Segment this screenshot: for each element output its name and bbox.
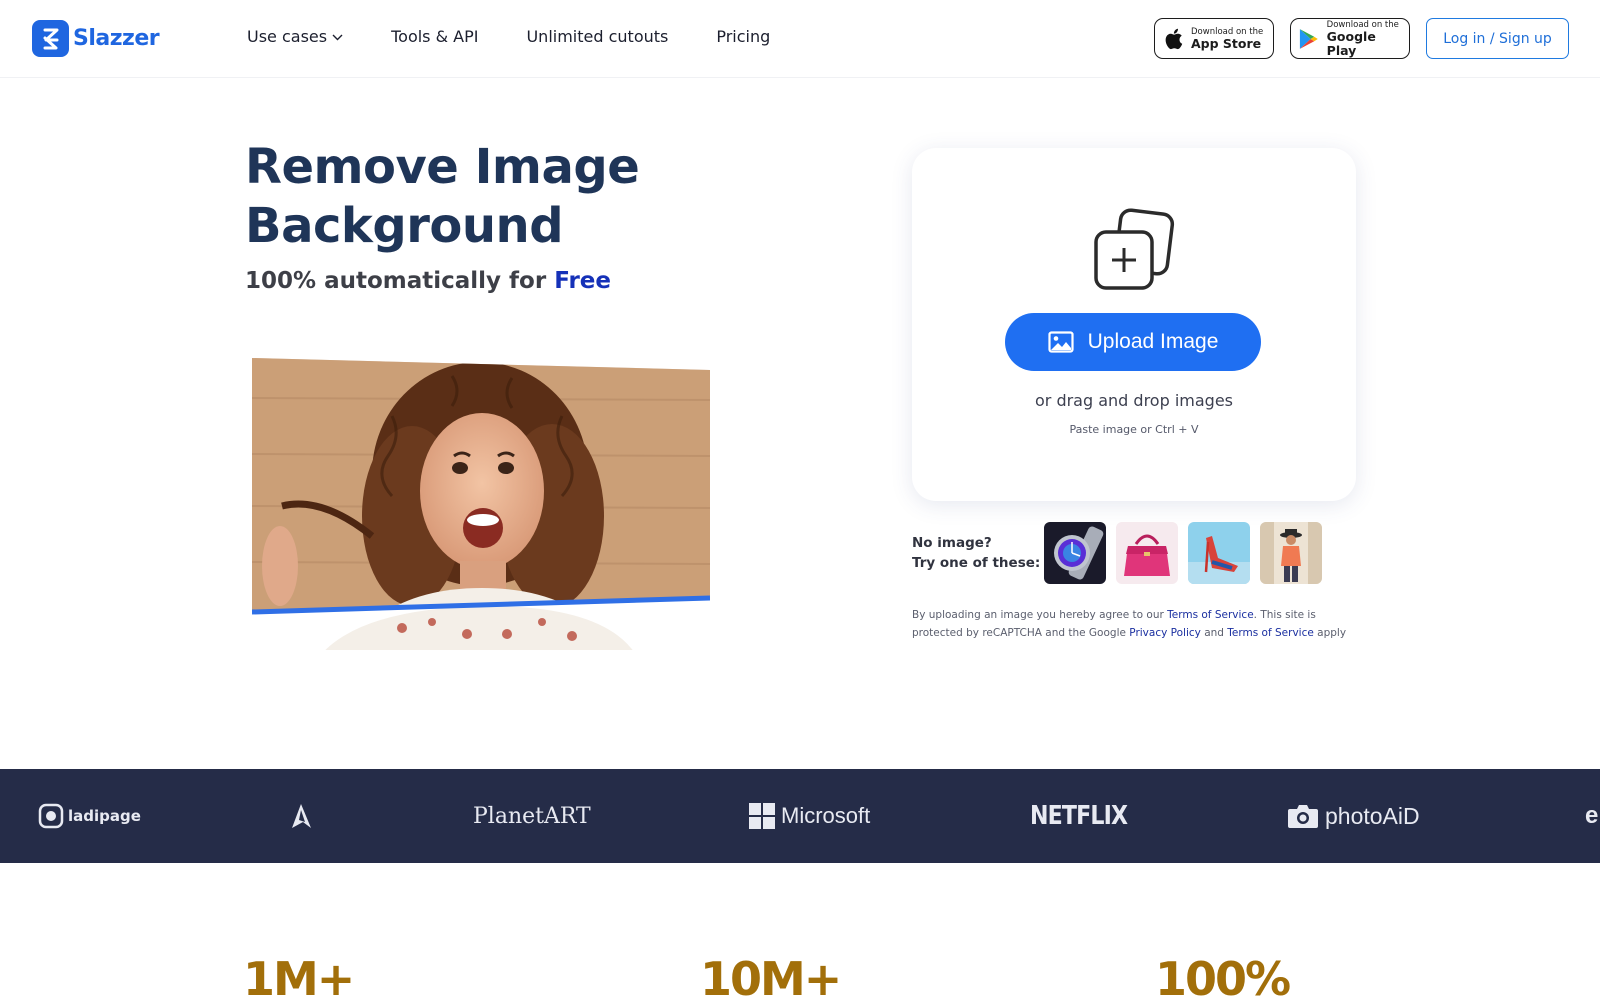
upload-image-label: Upload Image — [1087, 330, 1219, 353]
logo-text: Slazzer — [73, 26, 160, 51]
add-images-icon — [1094, 208, 1175, 290]
google-play-text: Download on the Google Play — [1327, 20, 1401, 58]
hero-demo-image — [252, 358, 710, 658]
slazzer-logo-icon — [32, 20, 69, 57]
terms-of-service-link-2[interactable]: Terms of Service — [1227, 627, 1314, 639]
brand-microsoft-text: Microsoft — [781, 803, 871, 828]
try-samples-line1: No image? — [912, 535, 992, 551]
stat-2: 10M+ — [700, 952, 842, 1000]
hero-title-line1: Remove Image — [245, 139, 640, 195]
brand-ladipage: ladipage — [38, 769, 141, 863]
app-store-big: App Store — [1191, 35, 1262, 51]
hero-subtitle-free: Free — [554, 268, 611, 294]
google-play-big: Google Play — [1326, 28, 1376, 58]
brand-logos-band: ladipage PlanetART Microsoft NETFLIX pho… — [0, 769, 1600, 863]
hero-subtitle-prefix: 100% automatically for — [245, 268, 555, 294]
app-store-button[interactable]: Download on the App Store — [1154, 18, 1274, 59]
try-samples-line2: Try one of these: — [912, 555, 1041, 571]
terms-text-1: By uploading an image you hereby agree t… — [912, 609, 1168, 621]
drag-drop-text: or drag and drop images — [1034, 391, 1233, 410]
google-play-icon — [1299, 28, 1318, 49]
nav-pricing[interactable]: Pricing — [716, 27, 770, 46]
app-store-small: Download on the — [1191, 26, 1264, 37]
brand-photoaid: photoAiD — [1287, 769, 1420, 863]
terms-of-service-link[interactable]: Terms of Service — [1167, 609, 1254, 621]
paste-hint-text: Paste image or Ctrl + V — [1069, 423, 1199, 436]
upload-card[interactable]: Upload Image or drag and drop images Pas… — [912, 148, 1356, 501]
hero-title-line2: Background — [245, 198, 564, 254]
brand-a-logo — [289, 769, 313, 863]
chevron-down-icon — [332, 34, 343, 41]
sample-thumbnails — [1044, 522, 1322, 584]
main-nav: Use cases Tools & API Unlimited cutouts … — [247, 27, 818, 46]
nav-unlimited-cutouts-label: Unlimited cutouts — [526, 27, 669, 46]
sample-woman[interactable] — [1260, 522, 1322, 584]
brand-partial: e — [1585, 802, 1599, 829]
nav-use-cases-label: Use cases — [247, 27, 328, 46]
slazzer-logo[interactable]: Slazzer — [32, 20, 160, 57]
stat-1: 1M+ — [243, 952, 355, 1000]
camera-icon — [1288, 805, 1318, 828]
sample-shoe[interactable] — [1188, 522, 1250, 584]
upload-image-button[interactable]: Upload Image — [1005, 313, 1261, 371]
brand-ladipage-text: ladipage — [68, 807, 141, 825]
sample-watch[interactable] — [1044, 522, 1106, 584]
hero-subtitle: 100% automatically for Free — [245, 268, 611, 294]
stat-3: 100% — [1155, 952, 1291, 1000]
brand-planetart: PlanetART — [473, 803, 591, 829]
image-icon — [1048, 331, 1074, 353]
terms-text-4: apply — [1313, 627, 1347, 639]
nav-unlimited-cutouts[interactable]: Unlimited cutouts — [526, 27, 668, 46]
privacy-policy-link[interactable]: Privacy Policy — [1129, 627, 1201, 639]
a-logo-icon — [292, 804, 311, 828]
nav-use-cases[interactable]: Use cases — [247, 27, 343, 46]
microsoft-logo-icon — [749, 803, 775, 829]
brand-netflix: NETFLIX — [1030, 801, 1128, 831]
try-samples-label: No image? Try one of these: — [912, 533, 1040, 573]
sample-handbag[interactable] — [1116, 522, 1178, 584]
brand-microsoft: Microsoft — [749, 769, 870, 863]
brand-photoaid-text: photoAiD — [1325, 802, 1420, 829]
site-header: Slazzer Use cases Tools & API Unlimited … — [0, 0, 1600, 78]
login-signup-button[interactable]: Log in / Sign up — [1426, 18, 1569, 59]
terms-notice: By uploading an image you hereby agree t… — [912, 606, 1367, 642]
nav-tools-api-label: Tools & API — [391, 27, 479, 46]
apple-icon — [1165, 28, 1183, 49]
nav-pricing-label: Pricing — [716, 27, 771, 46]
nav-tools-api[interactable]: Tools & API — [391, 27, 478, 46]
terms-text-3: and — [1200, 627, 1228, 639]
app-store-text: Download on the App Store — [1191, 27, 1263, 51]
google-play-small: Download on the — [1326, 19, 1399, 30]
ladipage-logo-icon — [38, 803, 64, 829]
hero-title: Remove Image Background — [245, 138, 640, 256]
google-play-button[interactable]: Download on the Google Play — [1290, 18, 1410, 59]
